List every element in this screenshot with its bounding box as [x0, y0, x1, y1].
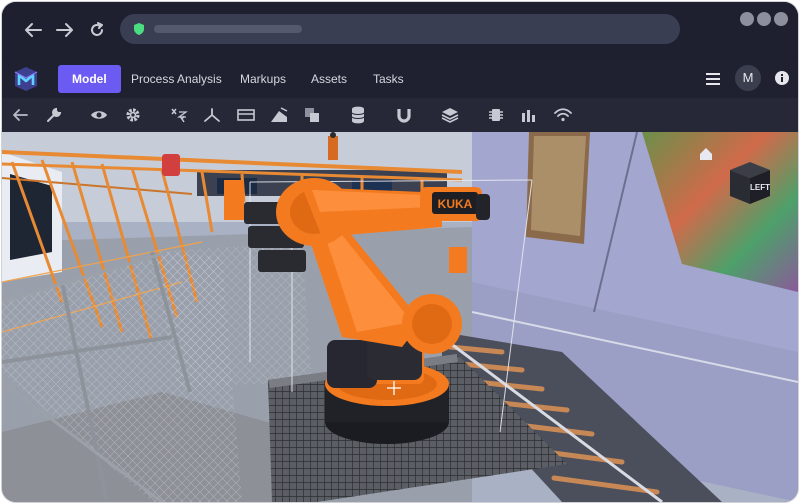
- robot-brand-label: KUKA: [438, 197, 473, 211]
- magnet-icon[interactable]: [394, 105, 414, 125]
- wifi-icon[interactable]: [553, 105, 573, 125]
- stack-icon[interactable]: [440, 105, 460, 125]
- tab-markups[interactable]: Markups: [226, 65, 300, 93]
- shield-icon: [132, 22, 146, 36]
- browser-window: Model Process Analysis Markups Assets Ta…: [2, 2, 798, 502]
- 3d-viewport[interactable]: KUKA LEFT: [2, 132, 798, 502]
- wrench-icon[interactable]: [44, 105, 64, 125]
- browser-chrome: [2, 2, 798, 60]
- layers-icon[interactable]: [302, 105, 322, 125]
- home-view-icon[interactable]: [699, 147, 713, 161]
- tab-process-analysis[interactable]: Process Analysis: [117, 65, 236, 93]
- tab-assets[interactable]: Assets: [297, 65, 361, 93]
- viewer-toolbar: [2, 98, 798, 132]
- window-control-dot[interactable]: [757, 12, 771, 26]
- tab-model[interactable]: Model: [58, 65, 121, 93]
- chip-icon[interactable]: [486, 105, 506, 125]
- tripod-icon[interactable]: [202, 105, 222, 125]
- window-controls: [740, 12, 788, 26]
- eye-icon[interactable]: [89, 105, 109, 125]
- view-cube-face-label: LEFT: [750, 183, 770, 192]
- url-placeholder: [154, 25, 302, 33]
- database-icon[interactable]: [348, 105, 368, 125]
- crosshair-icon: [387, 381, 401, 395]
- reload-icon[interactable]: [86, 19, 108, 41]
- address-bar[interactable]: [120, 14, 680, 44]
- view-cube[interactable]: LEFT: [726, 158, 774, 206]
- axis-xyz-icon[interactable]: [169, 105, 189, 125]
- measure-icon[interactable]: [269, 105, 289, 125]
- bar-chart-icon[interactable]: [519, 105, 539, 125]
- app-header: Model Process Analysis Markups Assets Ta…: [2, 60, 798, 98]
- gear-icon[interactable]: [123, 105, 143, 125]
- scene-render: KUKA: [2, 132, 798, 502]
- hamburger-menu-icon[interactable]: [706, 72, 720, 85]
- tab-tasks[interactable]: Tasks: [359, 65, 418, 93]
- window-control-dot[interactable]: [774, 12, 788, 26]
- section-box-icon[interactable]: [236, 105, 256, 125]
- back-arrow-icon[interactable]: [22, 19, 44, 41]
- info-icon[interactable]: [775, 71, 789, 85]
- window-control-dot[interactable]: [740, 12, 754, 26]
- app-logo-icon[interactable]: [12, 66, 40, 92]
- back-arrow-icon[interactable]: [10, 105, 30, 125]
- user-avatar[interactable]: M: [735, 65, 761, 91]
- forward-arrow-icon[interactable]: [54, 19, 76, 41]
